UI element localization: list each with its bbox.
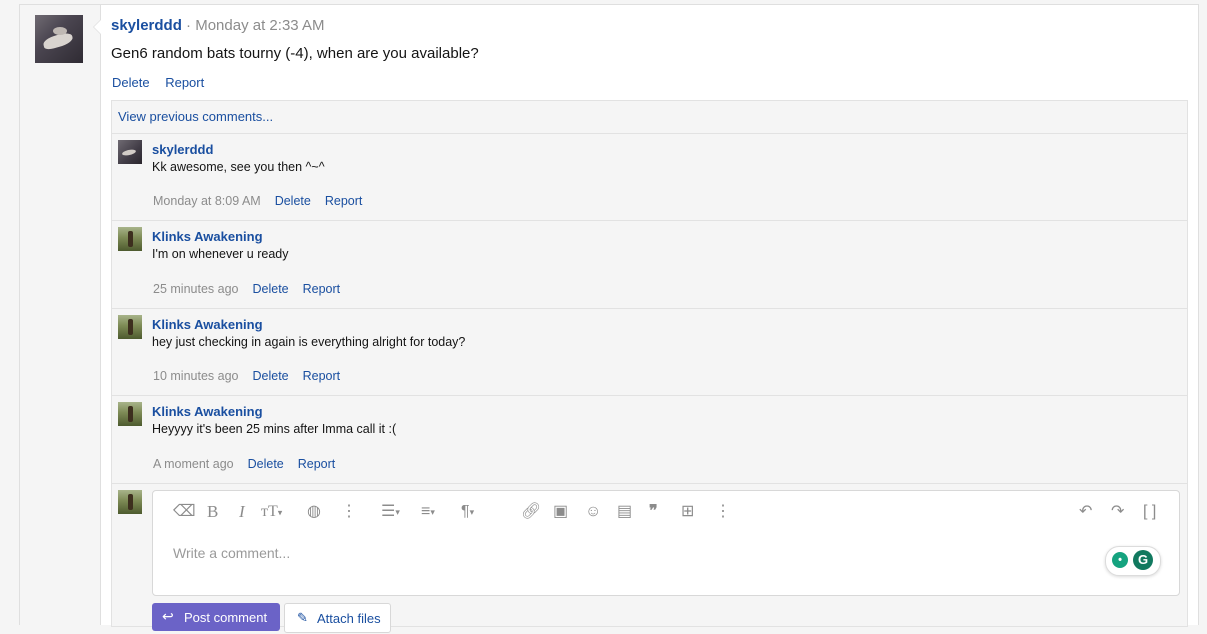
comment-username[interactable]: Klinks Awakening — [152, 317, 263, 332]
view-previous-comments-link[interactable]: View previous comments... — [118, 109, 273, 124]
more-icon[interactable]: ⋮ — [715, 503, 731, 521]
comment-text: I'm on whenever u ready — [152, 247, 289, 261]
comment-username[interactable]: Klinks Awakening — [152, 404, 263, 419]
comment-meta: 10 minutes ago Delete Report — [153, 369, 340, 383]
post-username[interactable]: skylerddd — [111, 17, 182, 34]
attach-files-button[interactable]: ✎ Attach files — [284, 603, 391, 633]
avatar[interactable] — [118, 227, 142, 251]
eraser-icon[interactable]: ⌫ — [173, 503, 196, 521]
delete-button[interactable]: Delete — [275, 194, 311, 208]
comment-item: skylerddd Kk awesome, see you then ^~^ M… — [112, 133, 1187, 220]
avatar — [118, 490, 142, 514]
attach-files-label: Attach files — [317, 611, 381, 626]
list-icon[interactable]: ☰▾ — [381, 503, 400, 521]
image-icon[interactable]: ▣ — [553, 503, 568, 521]
comment-time[interactable]: 10 minutes ago — [153, 369, 238, 383]
bold-icon[interactable]: B — [207, 503, 218, 521]
avatar[interactable] — [118, 140, 142, 164]
comment-item: Klinks Awakening hey just checking in ag… — [112, 308, 1187, 396]
report-button[interactable]: Report — [298, 457, 336, 471]
delete-button[interactable]: Delete — [112, 75, 150, 90]
paragraph-icon[interactable]: ¶▾ — [461, 503, 474, 521]
comment-text: Kk awesome, see you then ^~^ — [152, 160, 325, 174]
post-time[interactable]: Monday at 2:33 AM — [195, 17, 324, 34]
comment-item: Klinks Awakening Heyyyy it's been 25 min… — [112, 395, 1187, 483]
palette-icon[interactable]: ◍ — [307, 503, 321, 521]
delete-button[interactable]: Delete — [252, 282, 288, 296]
post-actions: Delete Report — [112, 75, 216, 90]
link-icon[interactable]: 🔗︎ — [521, 503, 541, 521]
comment-time[interactable]: 25 minutes ago — [153, 282, 238, 296]
grammarly-widget[interactable]: • G — [1105, 546, 1161, 576]
media-icon[interactable]: ▤ — [617, 503, 632, 521]
grammarly-icon[interactable]: G — [1133, 550, 1153, 570]
comment-item: Klinks Awakening I'm on whenever u ready… — [112, 220, 1187, 308]
post-body: Gen6 random bats tourny (-4), when are y… — [111, 45, 479, 62]
avatar[interactable] — [118, 315, 142, 339]
table-icon[interactable]: ⊞ — [681, 503, 694, 521]
lightbulb-icon[interactable]: • — [1112, 552, 1128, 568]
redo-icon[interactable]: ↷ — [1111, 503, 1124, 521]
quote-icon[interactable]: ❞ — [649, 503, 658, 521]
comment-editor[interactable]: ⌫ B I тT▾ ◍ ⋮ ☰▾ ≡▾ ¶▾ 🔗︎ ▣ ☺ ▤ ❞ ⊞ ⋮ ↶ — [152, 490, 1180, 596]
report-button[interactable]: Report — [165, 75, 204, 90]
delete-button[interactable]: Delete — [248, 457, 284, 471]
post-avatar-column — [19, 4, 101, 625]
post-comment-label: Post comment — [184, 610, 268, 625]
comment-time[interactable]: A moment ago — [153, 457, 234, 471]
profile-post: skylerddd · Monday at 2:33 AM Gen6 rando… — [93, 4, 1199, 633]
report-button[interactable]: Report — [303, 369, 341, 383]
report-button[interactable]: Report — [303, 282, 341, 296]
comment-username[interactable]: skylerddd — [152, 142, 213, 157]
editor-toolbar: ⌫ B I тT▾ ◍ ⋮ ☰▾ ≡▾ ¶▾ 🔗︎ ▣ ☺ ▤ ❞ ⊞ ⋮ ↶ — [153, 491, 1179, 533]
comments-list: View previous comments... skylerddd Kk a… — [111, 100, 1188, 633]
header-separator: · — [186, 17, 192, 34]
avatar[interactable] — [118, 402, 142, 426]
post-comment-button[interactable]: ↩ Post comment — [152, 603, 280, 631]
undo-icon[interactable]: ↶ — [1079, 503, 1092, 521]
align-icon[interactable]: ≡▾ — [421, 503, 435, 521]
comment-text: Heyyyy it's been 25 mins after Imma call… — [152, 422, 397, 436]
more-icon[interactable]: ⋮ — [341, 503, 357, 521]
avatar[interactable] — [35, 15, 83, 63]
report-button[interactable]: Report — [325, 194, 363, 208]
text-size-icon[interactable]: тT▾ — [261, 503, 282, 521]
delete-button[interactable]: Delete — [252, 369, 288, 383]
paperclip-icon: ✎ — [297, 610, 308, 625]
comment-text: hey just checking in again is everything… — [152, 335, 466, 349]
brackets-icon[interactable]: [ ] — [1143, 503, 1156, 521]
comment-time[interactable]: Monday at 8:09 AM — [153, 194, 261, 208]
comment-meta: 25 minutes ago Delete Report — [153, 282, 340, 296]
italic-icon[interactable]: I — [239, 503, 245, 521]
comment-username[interactable]: Klinks Awakening — [152, 229, 263, 244]
comment-input[interactable]: Write a comment... — [173, 545, 290, 561]
reply-area: ⌫ B I тT▾ ◍ ⋮ ☰▾ ≡▾ ¶▾ 🔗︎ ▣ ☺ ▤ ❞ ⊞ ⋮ ↶ — [112, 483, 1187, 634]
post-header: skylerddd · Monday at 2:33 AM — [111, 17, 324, 34]
smiley-icon[interactable]: ☺ — [585, 503, 601, 521]
comment-meta: A moment ago Delete Report — [153, 457, 335, 471]
comment-meta: Monday at 8:09 AM Delete Report — [153, 194, 362, 208]
